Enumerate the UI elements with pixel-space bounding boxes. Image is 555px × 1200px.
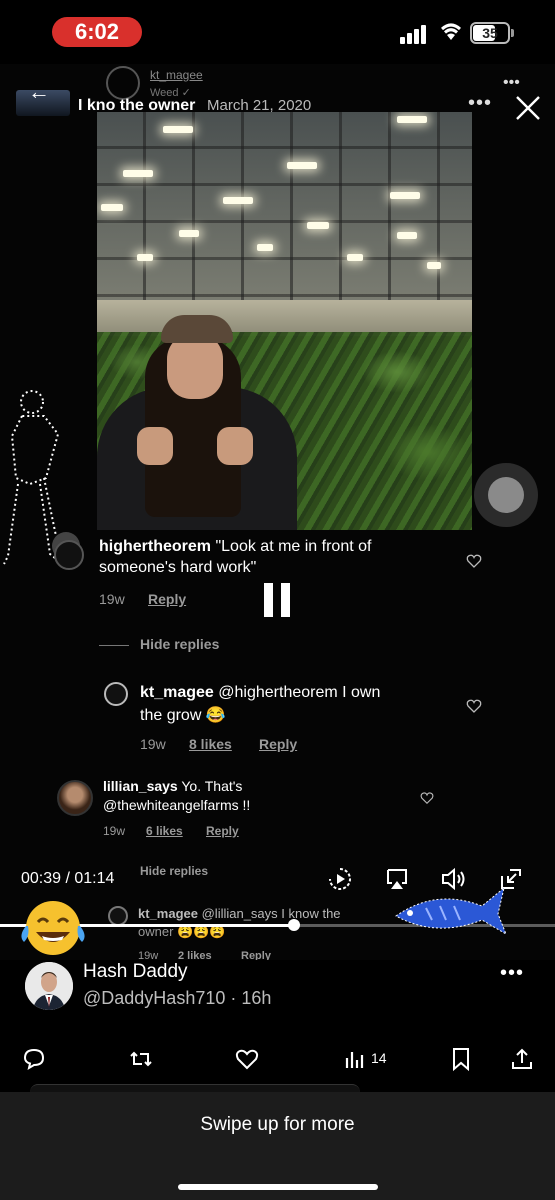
retweet-icon[interactable]	[128, 1046, 154, 1072]
heart-icon[interactable]	[466, 553, 482, 569]
avatar	[106, 66, 140, 100]
reply-link[interactable]: Reply	[241, 950, 271, 960]
heart-icon[interactable]	[466, 698, 482, 714]
avatar	[104, 682, 128, 706]
home-indicator[interactable]	[178, 1184, 378, 1190]
battery-level: 35	[482, 25, 498, 41]
comment-text: @lillian_says I know the	[201, 906, 341, 921]
reply-icon[interactable]	[21, 1046, 47, 1072]
fish-sticker-icon	[395, 886, 508, 936]
video-player[interactable]: kt_magee Weed ✓ ← I kno the owner March …	[0, 64, 555, 960]
pause-icon[interactable]	[264, 583, 294, 617]
comment-age: 19w	[103, 824, 126, 838]
wifi-icon	[441, 23, 461, 40]
cellular-signal-icon	[400, 24, 430, 44]
hide-replies-link[interactable]: Hide replies	[140, 636, 219, 652]
status-bar: 6:02 35	[0, 0, 555, 66]
battery-icon: 35	[470, 22, 510, 44]
playback-speed-icon[interactable]	[327, 866, 353, 892]
comment-text: someone's hard work"	[99, 559, 257, 576]
comment-age: 19w	[99, 591, 125, 607]
back-arrow-icon: ←	[28, 79, 50, 104]
laughing-emoji-icon	[21, 901, 85, 955]
avatar	[57, 780, 93, 816]
views-icon[interactable]	[343, 1046, 369, 1072]
greenhouse-photo	[97, 112, 472, 530]
comment-text: Yo. That's	[181, 778, 243, 794]
close-icon[interactable]	[512, 92, 544, 124]
comment-username: kt_magee	[140, 684, 214, 701]
comment-text: the grow 😂	[140, 707, 226, 724]
comment-username: lillian_says	[103, 778, 178, 794]
comment-text: "Look at me in front of	[215, 538, 372, 555]
hide-replies-link[interactable]: Hide replies	[140, 864, 208, 878]
swipe-up-label[interactable]: Swipe up for more	[0, 1114, 555, 1136]
author-avatar[interactable]	[25, 962, 73, 1010]
reply-link[interactable]: Reply	[148, 591, 186, 607]
faded-username: kt_magee	[150, 68, 203, 82]
comment-text: @thewhiteangelfarms !!	[103, 797, 251, 813]
author-handle[interactable]: @DaddyHash710 · 16h	[83, 988, 271, 1009]
author-name[interactable]: Hash Daddy	[83, 961, 188, 983]
comment-age: 19w	[140, 736, 166, 752]
reply-link[interactable]: Reply	[259, 736, 297, 752]
avatar	[54, 540, 84, 570]
record-button-icon[interactable]	[474, 463, 538, 527]
comment-username: kt_magee	[138, 906, 198, 921]
status-time[interactable]: 6:02	[52, 17, 142, 47]
avatar	[108, 906, 128, 926]
comment-username: highertheorem	[99, 538, 212, 555]
likes-count[interactable]: 8 likes	[189, 736, 232, 752]
more-icon: •••	[503, 74, 520, 91]
playback-time: 00:39 / 01:14	[21, 870, 115, 887]
person-figure	[97, 307, 297, 530]
heart-icon[interactable]	[420, 791, 434, 805]
bookmark-icon[interactable]	[448, 1046, 474, 1072]
more-options-icon[interactable]: •••	[500, 962, 524, 985]
view-count: 14	[371, 1050, 387, 1066]
reply-link[interactable]: Reply	[206, 824, 239, 838]
avatar	[25, 962, 73, 1010]
likes-count[interactable]: 6 likes	[146, 824, 183, 838]
likes-count[interactable]: 2 likes	[178, 950, 212, 960]
like-heart-icon[interactable]	[234, 1046, 260, 1072]
comment-age: 19w	[138, 950, 159, 960]
share-icon[interactable]	[509, 1046, 535, 1072]
comment-text: @highertheorem I own	[218, 684, 381, 701]
